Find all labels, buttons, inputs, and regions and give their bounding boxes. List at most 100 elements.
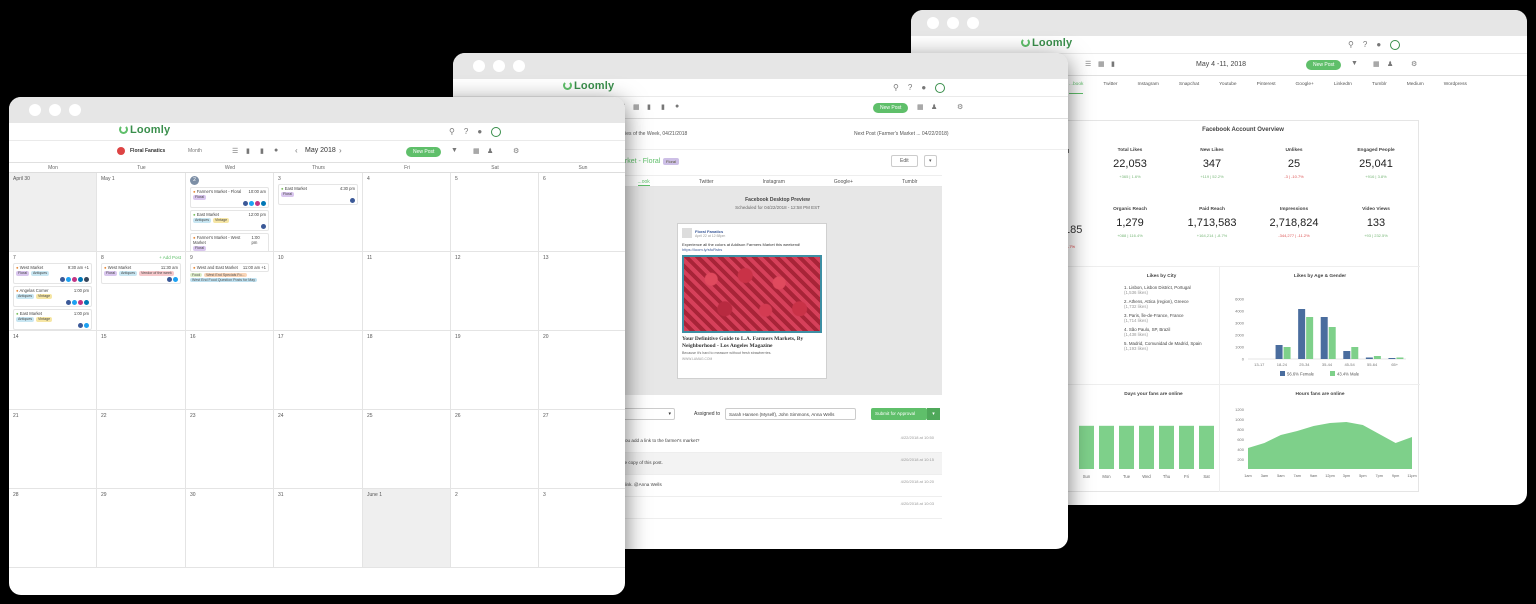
calendar-day[interactable]: 9 ● West and East Market 11:00 am +1 Food We… — [186, 252, 274, 331]
chart-icon[interactable]: ▮ — [260, 147, 264, 155]
window-dot[interactable] — [927, 17, 939, 29]
calendar-day[interactable]: 20 — [539, 331, 625, 410]
tag-badge[interactable]: Antiques — [31, 271, 49, 276]
analytics-network-tab[interactable]: Instagram — [1138, 76, 1159, 94]
calendar-day[interactable]: 16 — [186, 331, 274, 410]
view-selector[interactable]: Month — [188, 148, 202, 154]
card-link[interactable]: https://loom.ly/sfuRsbs — [682, 247, 822, 252]
window-dot[interactable] — [473, 60, 485, 72]
tag-badge[interactable]: Vendor of the week — [139, 271, 174, 276]
network-tab[interactable]: ...ook — [637, 176, 650, 186]
new-post-button[interactable]: New Post — [1306, 60, 1342, 70]
tag-badge[interactable]: Vintage — [213, 218, 230, 223]
list-icon[interactable]: ☰ — [1085, 60, 1091, 68]
calendar-day[interactable]: May 1 — [97, 173, 186, 252]
calendar-day[interactable]: 4 — [363, 173, 451, 252]
calendar-day[interactable]: 22 — [97, 410, 186, 489]
calendar-post[interactable]: ● West Market 11:30 am Floral Antiques Vendo… — [101, 263, 181, 284]
window-dot[interactable] — [69, 104, 81, 116]
search-icon[interactable]: ⚲ — [893, 83, 899, 93]
edit-dropdown-icon[interactable]: ▾ — [924, 155, 937, 167]
next-month-icon[interactable]: › — [339, 146, 342, 155]
window-dot[interactable] — [493, 60, 505, 72]
prev-post-link[interactable]: ...ies of the Week, 04/21/2018 — [621, 131, 687, 137]
calendar-day[interactable]: 28 — [9, 489, 97, 568]
calendar-post[interactable]: ● West and East Market 11:00 am +1 — [190, 263, 269, 272]
analytics-network-tab[interactable]: Twitter — [1103, 76, 1117, 94]
chart-icon[interactable]: ▮ — [1111, 60, 1115, 68]
calendar-day[interactable]: 18 — [363, 331, 451, 410]
idea-icon[interactable]: ● — [675, 103, 679, 110]
calendar-day[interactable]: June 1 — [363, 489, 451, 568]
users-icon[interactable]: ♟ — [1387, 60, 1393, 68]
calendar-day[interactable]: 2 — [451, 489, 539, 568]
network-tab[interactable]: Tumblr — [902, 176, 917, 186]
calendar-day[interactable]: 8 + Add Post ● West Market 11:30 am Floral An… — [97, 252, 186, 331]
idea-icon[interactable]: ● — [274, 147, 278, 154]
post-icon[interactable]: ▮ — [647, 103, 651, 111]
calendar-icon[interactable]: ▦ — [917, 103, 924, 111]
tag-badge[interactable]: Floral — [104, 271, 117, 276]
next-post-link[interactable]: Next Post (Farmer's Market ... 04/22/201… — [854, 131, 949, 137]
network-tab[interactable]: Twitter — [699, 176, 714, 186]
calendar-day[interactable]: 26 — [451, 410, 539, 489]
tag-badge[interactable]: Antiques — [16, 294, 34, 299]
analytics-network-tab[interactable]: Medium — [1407, 76, 1424, 94]
tag-badge[interactable]: Floral — [193, 195, 206, 200]
loomly-logo[interactable]: Loomly — [119, 124, 170, 136]
calendar-day[interactable]: 30 — [186, 489, 274, 568]
gear-icon[interactable]: ⚙ — [1411, 60, 1417, 68]
bell-icon[interactable]: ● — [1376, 40, 1381, 50]
calendar-day[interactable]: 2 ● Farmer's Market - Floral 10:00 am Flora… — [186, 173, 274, 252]
new-post-button[interactable]: New Post — [873, 103, 909, 113]
calendar-day[interactable]: 25 — [363, 410, 451, 489]
network-tab[interactable]: Google+ — [834, 176, 853, 186]
window-dot[interactable] — [967, 17, 979, 29]
calendar-day[interactable]: 19 — [451, 331, 539, 410]
tag-badge[interactable]: West End Food Question Posts for May — [190, 278, 258, 282]
tag-badge[interactable]: Floral — [281, 192, 294, 197]
analytics-network-tab[interactable]: ...book — [1069, 76, 1084, 94]
help-icon[interactable]: ? — [908, 83, 912, 93]
date-range[interactable]: May 4 -11, 2018 — [1196, 61, 1246, 68]
calendar-post[interactable]: ● East Market 4:30 pm Floral — [278, 184, 358, 205]
edit-button[interactable]: Edit — [891, 155, 918, 167]
calendar-day[interactable]: 31 — [274, 489, 363, 568]
analytics-network-tab[interactable]: Snapchat — [1179, 76, 1199, 94]
assignee-select[interactable]: Sarah Hansen (Myself), John Simmons, Ann… — [725, 408, 856, 420]
calendar-day[interactable]: April 30 — [9, 173, 97, 252]
calendar-icon[interactable]: ▦ — [473, 147, 480, 155]
calendar-day[interactable]: 6 — [539, 173, 625, 252]
loomly-logo[interactable]: Loomly — [563, 80, 614, 92]
calendar-day[interactable]: 7 ● West Market 9:30 am +1 Floral Antiques ● … — [9, 252, 97, 331]
new-post-button[interactable]: New Post — [406, 147, 442, 157]
analytics-network-tab[interactable]: Youtube — [1219, 76, 1236, 94]
submit-approval-button[interactable]: Submit for Approval — [871, 408, 927, 420]
tag-badge[interactable]: Floral — [16, 271, 29, 276]
calendar-post[interactable]: ● Farmer's Market - West Market 1:00 pm Fl… — [190, 233, 269, 251]
tag-badge[interactable]: Antiques — [193, 218, 211, 223]
chart-icon[interactable]: ▮ — [661, 103, 665, 111]
calendar-day[interactable]: 27 — [539, 410, 625, 489]
gear-icon[interactable]: ⚙ — [957, 103, 963, 111]
bell-icon[interactable]: ● — [477, 127, 482, 137]
network-tab[interactable]: Instagram — [763, 176, 785, 186]
analytics-network-tab[interactable]: Google+ — [1296, 76, 1314, 94]
window-dot[interactable] — [947, 17, 959, 29]
tag-badge[interactable]: Floral — [193, 246, 206, 251]
post-icon[interactable]: ▮ — [246, 147, 250, 155]
bell-icon[interactable]: ● — [921, 83, 926, 93]
tag-badge[interactable]: Food — [190, 273, 203, 277]
filter-icon[interactable]: ▼ — [451, 147, 458, 154]
avatar[interactable] — [1390, 40, 1401, 50]
tag-badge[interactable]: Vintage — [36, 294, 53, 299]
tag-badge[interactable]: Antiques — [16, 317, 34, 322]
calendar-day[interactable]: 3 — [539, 489, 625, 568]
grid-icon[interactable]: ▦ — [633, 103, 640, 111]
tag-badge[interactable]: West End Specials Fo... — [204, 273, 247, 277]
calendar-day[interactable]: 12 — [451, 252, 539, 331]
gear-icon[interactable]: ⚙ — [513, 147, 519, 155]
search-icon[interactable]: ⚲ — [449, 127, 455, 137]
calendar-day[interactable]: 13 — [539, 252, 625, 331]
window-dot[interactable] — [29, 104, 41, 116]
